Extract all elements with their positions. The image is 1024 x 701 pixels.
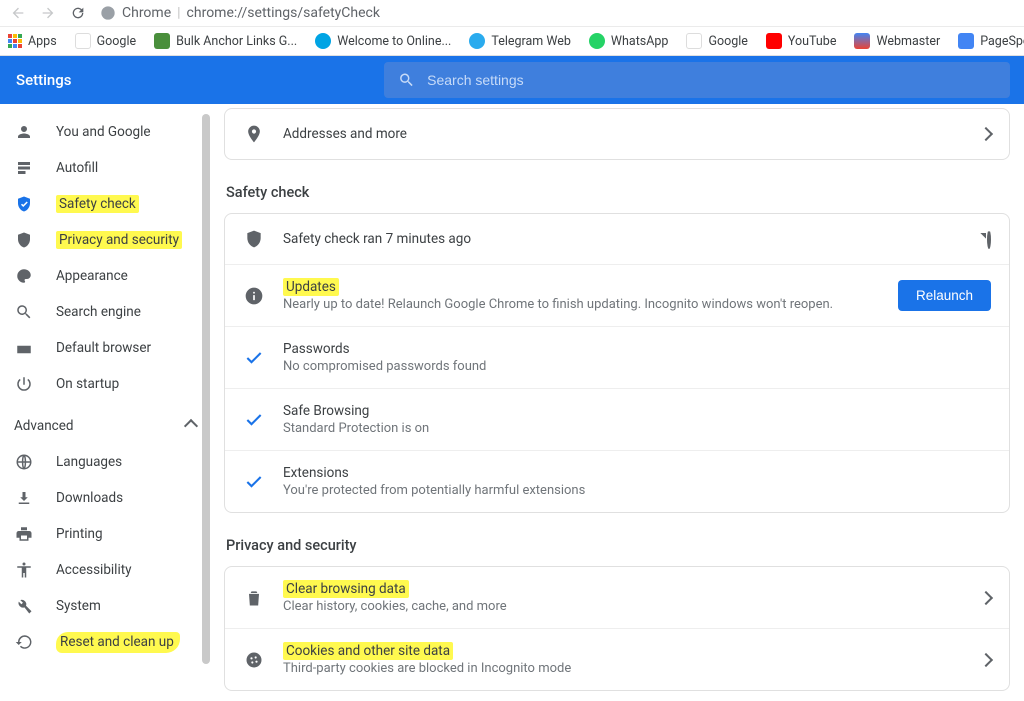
apps-icon [8, 34, 22, 48]
relaunch-button[interactable]: Relaunch [898, 280, 991, 311]
url-path: chrome://settings/safetyCheck [187, 5, 380, 21]
omnibox[interactable]: Chrome | chrome://settings/safetyCheck [100, 5, 380, 21]
chevron-right-icon [979, 652, 993, 666]
google-icon [75, 33, 91, 49]
passwords-row: PasswordsNo compromised passwords found [225, 326, 1009, 388]
bookmark-youtube[interactable]: YouTube [766, 33, 837, 49]
power-icon [14, 374, 34, 394]
safety-status-row: Safety check ran 7 minutes ago [225, 214, 1009, 264]
bookmark-telegram[interactable]: Telegram Web [469, 33, 571, 49]
settings-header: Settings [0, 56, 1024, 104]
globe-icon [14, 452, 34, 472]
page-title: Settings [0, 71, 384, 89]
check-icon [243, 347, 265, 369]
bookmark-pagespeed[interactable]: PageSpeed Insights [958, 33, 1024, 49]
safety-check-card: Safety check ran 7 minutes ago Updates N… [224, 213, 1010, 513]
globe-icon [315, 33, 331, 49]
nav-autofill[interactable]: Autofill [0, 150, 210, 186]
url-prefix: Chrome [122, 5, 171, 21]
search-input[interactable] [427, 72, 996, 88]
reload-button[interactable] [70, 5, 86, 21]
shield-icon [14, 230, 34, 250]
settings-nav: You and Google Autofill Safety check Pri… [0, 104, 210, 701]
nav-reset-cleanup[interactable]: Reset and clean up [0, 624, 210, 660]
nav-default-browser[interactable]: Default browser [0, 330, 210, 366]
url-separator: | [177, 5, 180, 21]
download-icon [14, 488, 34, 508]
privacy-title: Privacy and security [226, 537, 1010, 554]
wrench-icon [14, 596, 34, 616]
pagespeed-icon [958, 33, 974, 49]
bookmark-google[interactable]: Google [75, 33, 136, 49]
bookmark-google-2[interactable]: Google [686, 33, 747, 49]
back-button[interactable] [10, 5, 26, 21]
palette-icon [14, 266, 34, 286]
bookmark-webmaster[interactable]: Webmaster [854, 33, 940, 49]
addresses-card: Addresses and more [224, 108, 1010, 160]
shield-check-icon [14, 194, 34, 214]
cookie-icon [243, 649, 265, 671]
shield-icon [243, 228, 265, 250]
safe-browsing-row: Safe BrowsingStandard Protection is on [225, 388, 1009, 450]
bookmark-welcome-online[interactable]: Welcome to Online... [315, 33, 451, 49]
clear-browsing-data-row[interactable]: Clear browsing dataClear history, cookie… [225, 567, 1009, 628]
search-icon [398, 71, 415, 89]
nav-search-engine[interactable]: Search engine [0, 294, 210, 330]
webmaster-icon [854, 33, 870, 49]
forward-button[interactable] [40, 5, 56, 21]
bookmarks-bar: Apps Google Bulk Anchor Links G... Welco… [0, 26, 1024, 56]
nav-privacy-security[interactable]: Privacy and security [0, 222, 210, 258]
chevron-up-icon [184, 419, 198, 433]
settings-content: Addresses and more Safety check Safety c… [210, 104, 1024, 701]
check-icon [243, 409, 265, 431]
nav-languages[interactable]: Languages [0, 444, 210, 480]
nav-accessibility[interactable]: Accessibility [0, 552, 210, 588]
restore-icon [14, 632, 34, 652]
privacy-card: Clear browsing dataClear history, cookie… [224, 566, 1010, 691]
youtube-icon [766, 33, 782, 49]
check-icon [243, 471, 265, 493]
nav-on-startup[interactable]: On startup [0, 366, 210, 402]
accessibility-icon [14, 560, 34, 580]
search-icon [14, 302, 34, 322]
nav-safety-check[interactable]: Safety check [0, 186, 210, 222]
print-icon [14, 524, 34, 544]
bookmark-whatsapp[interactable]: WhatsApp [589, 33, 669, 49]
nav-system[interactable]: System [0, 588, 210, 624]
refresh-icon [987, 230, 991, 249]
cookies-row[interactable]: Cookies and other site dataThird-party c… [225, 628, 1009, 690]
autofill-icon [14, 158, 34, 178]
telegram-icon [469, 33, 485, 49]
nav-printing[interactable]: Printing [0, 516, 210, 552]
google-icon [686, 33, 702, 49]
bookmark-bulk-anchor[interactable]: Bulk Anchor Links G... [154, 33, 297, 49]
addresses-row[interactable]: Addresses and more [225, 109, 1009, 159]
globe-icon [154, 33, 170, 49]
nav-downloads[interactable]: Downloads [0, 480, 210, 516]
nav-you-and-google[interactable]: You and Google [0, 114, 210, 150]
safety-check-title: Safety check [226, 184, 1010, 201]
browser-icon [14, 338, 34, 358]
person-icon [14, 122, 34, 142]
rerun-safety-check[interactable] [987, 232, 991, 247]
location-icon [243, 123, 265, 145]
nav-appearance[interactable]: Appearance [0, 258, 210, 294]
extensions-row: ExtensionsYou're protected from potentia… [225, 450, 1009, 512]
scrollbar[interactable] [202, 114, 210, 664]
chevron-right-icon [979, 127, 993, 141]
info-icon [243, 285, 265, 307]
browser-toolbar: Chrome | chrome://settings/safetyCheck [0, 0, 1024, 26]
whatsapp-icon [589, 33, 605, 49]
chevron-right-icon [979, 590, 993, 604]
bookmark-apps[interactable]: Apps [8, 34, 57, 49]
nav-advanced[interactable]: Advanced [0, 408, 210, 444]
trash-icon [243, 587, 265, 609]
search-settings[interactable] [384, 62, 1010, 98]
updates-row: Updates Nearly up to date! Relaunch Goog… [225, 264, 1009, 326]
